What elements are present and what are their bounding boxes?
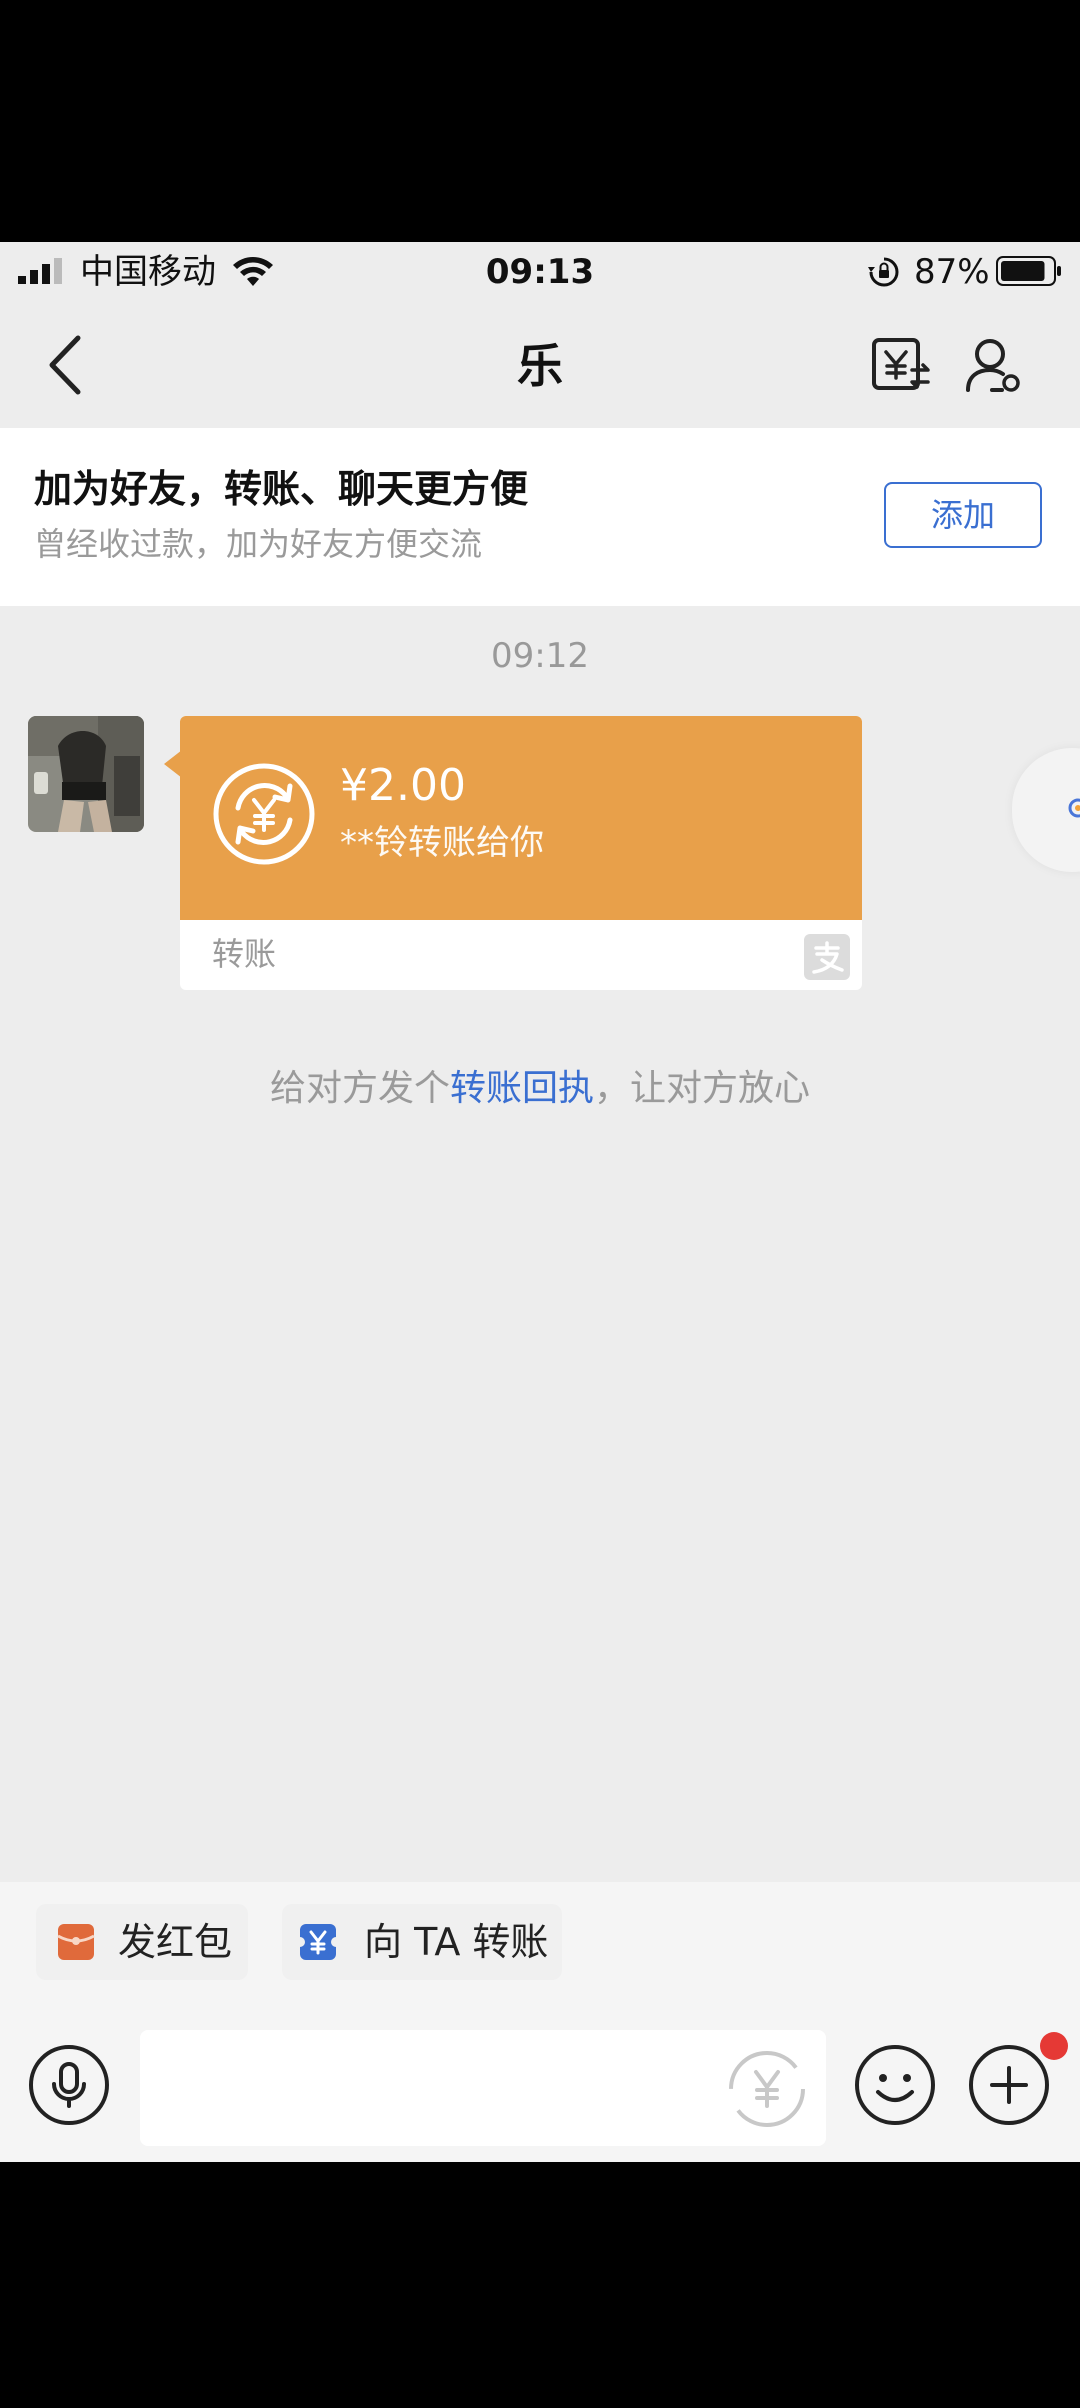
rotation-lock-icon bbox=[868, 257, 899, 287]
red-packet-label: 发红包 bbox=[118, 1920, 233, 1964]
receipt-link[interactable]: 转账回执 bbox=[450, 1068, 594, 1109]
receipt-hint-prefix: 给对方发个 bbox=[269, 1068, 450, 1109]
transfer-shortcut-icon[interactable] bbox=[726, 2048, 808, 2130]
red-packet-icon bbox=[57, 1924, 95, 1960]
voice-icon[interactable] bbox=[28, 2044, 110, 2126]
banner-title: 加为好友，转账、聊天更方便 bbox=[34, 467, 529, 511]
message-timestamp: 09:12 bbox=[491, 636, 589, 676]
avatar-image bbox=[28, 716, 144, 832]
add-friend-button[interactable]: 添加 bbox=[884, 482, 1042, 548]
transfer-to-ta-button[interactable]: 向 TA 转账 bbox=[282, 1904, 562, 1980]
input-bar bbox=[0, 2004, 1080, 2162]
nav-bar: 乐 bbox=[0, 304, 1080, 428]
add-friend-banner: 加为好友，转账、聊天更方便 曾经收过款，加为好友方便交流 添加 bbox=[0, 428, 1080, 606]
transfer-footer-label: 转账 bbox=[212, 935, 277, 973]
transfer-card[interactable]: ¥2.00 **铃转账给你 转账 bbox=[180, 716, 862, 990]
receipt-hint-suffix: ，让对方放心 bbox=[594, 1068, 811, 1109]
battery-percent: 87% bbox=[914, 252, 990, 292]
transfer-card-header: ¥2.00 **铃转账给你 bbox=[180, 716, 862, 920]
notification-badge bbox=[1040, 2032, 1068, 2060]
transfer-description: **铃转账给你 bbox=[340, 823, 544, 863]
profile-icon[interactable] bbox=[962, 332, 1026, 396]
emoji-icon[interactable] bbox=[854, 2044, 936, 2126]
transfer-cycle-icon bbox=[213, 763, 315, 865]
chat-screen: 中国移动 09:13 87% 乐 加为好友，转账、聊天更方便 曾经收过款，加为好… bbox=[0, 242, 1080, 2162]
transfer-to-ta-label: 向 TA 转账 bbox=[364, 1920, 549, 1964]
more-plus-icon[interactable] bbox=[968, 2044, 1050, 2126]
sender-avatar[interactable] bbox=[28, 716, 144, 832]
alipay-logo-icon bbox=[804, 934, 850, 980]
transfer-amount: ¥2.00 bbox=[340, 760, 466, 811]
red-packet-button[interactable]: 发红包 bbox=[36, 1904, 248, 1980]
transfer-records-icon[interactable] bbox=[868, 332, 932, 396]
message-input[interactable] bbox=[140, 2030, 826, 2146]
transfer-icon bbox=[298, 1924, 338, 1960]
status-bar: 中国移动 09:13 87% bbox=[0, 242, 1080, 304]
battery-icon bbox=[996, 256, 1061, 286]
banner-subtitle: 曾经收过款，加为好友方便交流 bbox=[34, 525, 483, 563]
receipt-hint: 给对方发个转账回执，让对方放心 bbox=[0, 1064, 1080, 1114]
floating-widget-icon bbox=[1068, 798, 1080, 818]
quick-actions-bar: 发红包 向 TA 转账 bbox=[0, 1882, 1080, 2004]
